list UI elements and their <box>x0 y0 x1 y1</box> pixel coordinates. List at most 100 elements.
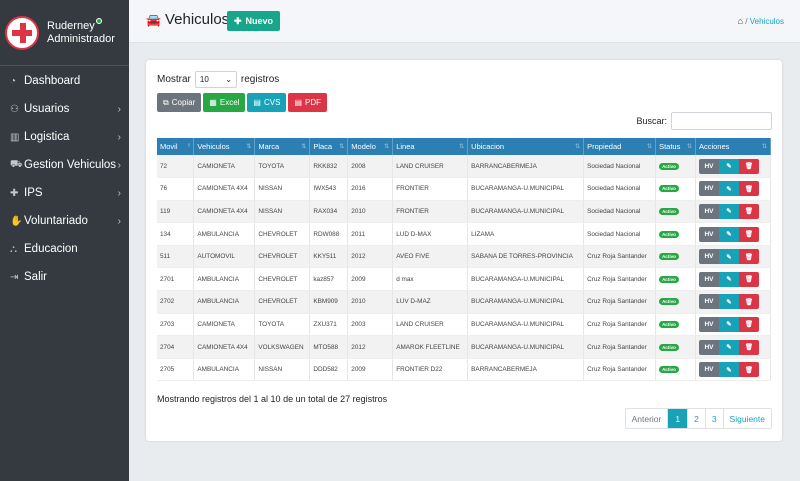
edit-icon[interactable]: ✎ <box>718 181 739 197</box>
sidebar-item-ips[interactable]: ✚ IPS › <box>0 179 129 207</box>
hv-button[interactable]: HV <box>698 316 719 332</box>
trash-icon[interactable]: 🗑 <box>738 181 759 197</box>
sidebar-item-usuarios[interactable]: ⚇ Usuarios › <box>0 95 129 123</box>
row-actions: HV ✎ 🗑 <box>698 294 767 310</box>
edit-icon[interactable]: ✎ <box>718 294 739 310</box>
search-input[interactable] <box>671 112 772 130</box>
status-badge: Activo <box>659 185 679 193</box>
hv-button[interactable]: HV <box>698 181 719 197</box>
export-cvs-button[interactable]: ▤ CVS <box>247 93 287 112</box>
row-actions: HV ✎ 🗑 <box>698 203 767 219</box>
hv-button[interactable]: HV <box>698 294 719 310</box>
page-length-value: 10 <box>199 75 209 84</box>
actions-cell: HV ✎ 🗑 <box>695 177 772 201</box>
table-cell: Activo <box>655 313 696 337</box>
edit-icon[interactable]: ✎ <box>718 249 739 265</box>
column-header-marca[interactable]: Marca ⇅ <box>254 138 311 155</box>
hands-icon: ✋ <box>10 215 23 227</box>
edit-icon[interactable]: ✎ <box>718 158 739 174</box>
pagination-page-3[interactable]: 3 <box>706 409 724 428</box>
pagination-next[interactable]: Siguiente <box>724 409 771 428</box>
sidebar-item-dashboard[interactable]: ◔ Dashboard <box>0 67 129 95</box>
sidebar-item-educacion[interactable]: ⛬ Educacion <box>0 235 129 263</box>
column-header-ubicacion[interactable]: Ubicacion ⇅ <box>467 138 585 155</box>
new-vehicle-button[interactable]: ✚ Nuevo <box>227 11 281 31</box>
table-cell: 511 <box>157 245 195 269</box>
trash-icon[interactable]: 🗑 <box>738 362 759 378</box>
trash-icon[interactable]: 🗑 <box>738 226 759 242</box>
table-cell: KKY511 <box>309 245 349 269</box>
trash-icon[interactable]: 🗑 <box>738 158 759 174</box>
hv-button[interactable]: HV <box>698 271 719 287</box>
page-title-text: Vehiculos <box>164 11 230 28</box>
trash-icon[interactable]: 🗑 <box>738 249 759 265</box>
hv-button[interactable]: HV <box>698 158 719 174</box>
edit-icon[interactable]: ✎ <box>718 271 739 287</box>
records-label: registros <box>240 74 280 85</box>
pagination-page-2[interactable]: 2 <box>688 409 706 428</box>
chevron-down-icon: ⌄ <box>225 75 232 84</box>
table-cell: LUD D-MAX <box>392 222 469 246</box>
hv-button[interactable]: HV <box>698 203 719 219</box>
table-cell: 2701 <box>157 267 195 292</box>
edit-icon[interactable]: ✎ <box>718 316 739 332</box>
home-icon[interactable]: ⌂ <box>738 16 743 26</box>
trash-icon[interactable]: 🗑 <box>738 294 759 310</box>
length-control: Mostrar 10 ⌄ registros <box>157 71 279 88</box>
sort-icon: ⇅ <box>575 144 581 150</box>
column-header-propiedad[interactable]: Propiedad ⇅ <box>583 138 657 155</box>
row-actions: HV ✎ 🗑 <box>698 316 767 332</box>
trash-icon[interactable]: 🗑 <box>738 203 759 219</box>
column-header-vehiculos[interactable]: Vehiculos ⇅ <box>193 138 256 155</box>
sidebar-item-label: Educacion <box>24 243 78 255</box>
table-cell: BUCARAMANGA-U.MUNICIPAL <box>467 200 585 224</box>
edit-icon[interactable]: ✎ <box>718 203 739 219</box>
sidebar-item-logistica[interactable]: ▥ Logistica › <box>0 123 129 151</box>
column-header-status[interactable]: Status ⇅ <box>655 138 696 155</box>
export-excel-button[interactable]: ▦ Excel <box>203 93 246 112</box>
sidebar-item-label: Gestion Vehiculos <box>24 159 117 171</box>
sidebar-item-label: Logistica <box>24 131 70 143</box>
page-length-select[interactable]: 10 ⌄ <box>194 71 237 88</box>
table-cell: RKK832 <box>309 155 349 179</box>
table-cell: 72 <box>157 155 195 179</box>
column-header-label: Modelo <box>351 142 376 151</box>
trash-icon[interactable]: 🗑 <box>738 339 759 355</box>
chevron-right-icon: › <box>117 215 121 227</box>
column-header-movil[interactable]: Movil ↑ <box>157 138 195 155</box>
pagination-page-1[interactable]: 1 <box>668 409 689 428</box>
user-role: Administrador <box>47 32 115 45</box>
table-cell: BUCARAMANGA-U.MUNICIPAL <box>467 177 585 201</box>
hv-button[interactable]: HV <box>698 339 719 355</box>
column-header-linea[interactable]: Linea ⇅ <box>392 138 469 155</box>
show-label: Mostrar <box>157 74 191 85</box>
cart-icon: ⛬ <box>10 243 17 255</box>
edit-icon[interactable]: ✎ <box>718 362 739 378</box>
hv-button[interactable]: HV <box>698 249 719 265</box>
user-panel[interactable]: Ruderney Administrador <box>47 17 115 46</box>
column-header-placa[interactable]: Placa ⇅ <box>309 138 349 155</box>
row-actions: HV ✎ 🗑 <box>698 339 767 355</box>
table-cell: 2016 <box>347 177 394 201</box>
export-pdf-button[interactable]: ▤ PDF <box>288 93 327 112</box>
table-cell: NISSAN <box>254 177 311 201</box>
edit-icon[interactable]: ✎ <box>718 226 739 242</box>
sidebar-item-salir[interactable]: ⇥ Salir <box>0 263 129 291</box>
export-copiar-button[interactable]: ⧉ Copiar <box>157 93 202 112</box>
sidebar-item-gestion-vehiculos[interactable]: ⛟ Gestion Vehiculos › <box>0 151 129 179</box>
table-cell: 2009 <box>347 267 394 292</box>
column-header-label: Ubicacion <box>471 142 505 151</box>
trash-icon[interactable]: 🗑 <box>738 271 759 287</box>
column-header-acciones[interactable]: Acciones ⇅ <box>695 138 772 155</box>
sidebar-item-voluntariado[interactable]: ✋ Voluntariado › <box>0 207 129 235</box>
hv-button[interactable]: HV <box>698 226 719 242</box>
trash-icon[interactable]: 🗑 <box>738 316 759 332</box>
table-cell: CAMIONETA <box>193 313 256 337</box>
edit-icon[interactable]: ✎ <box>718 339 739 355</box>
chart-icon: ▥ <box>10 131 20 143</box>
hv-button[interactable]: HV <box>698 362 719 378</box>
sort-icon: ⇅ <box>459 144 465 150</box>
sidebar-item-label: Voluntariado <box>24 215 88 227</box>
column-header-modelo[interactable]: Modelo ⇅ <box>347 138 394 155</box>
sort-icon: ⇅ <box>339 144 345 150</box>
